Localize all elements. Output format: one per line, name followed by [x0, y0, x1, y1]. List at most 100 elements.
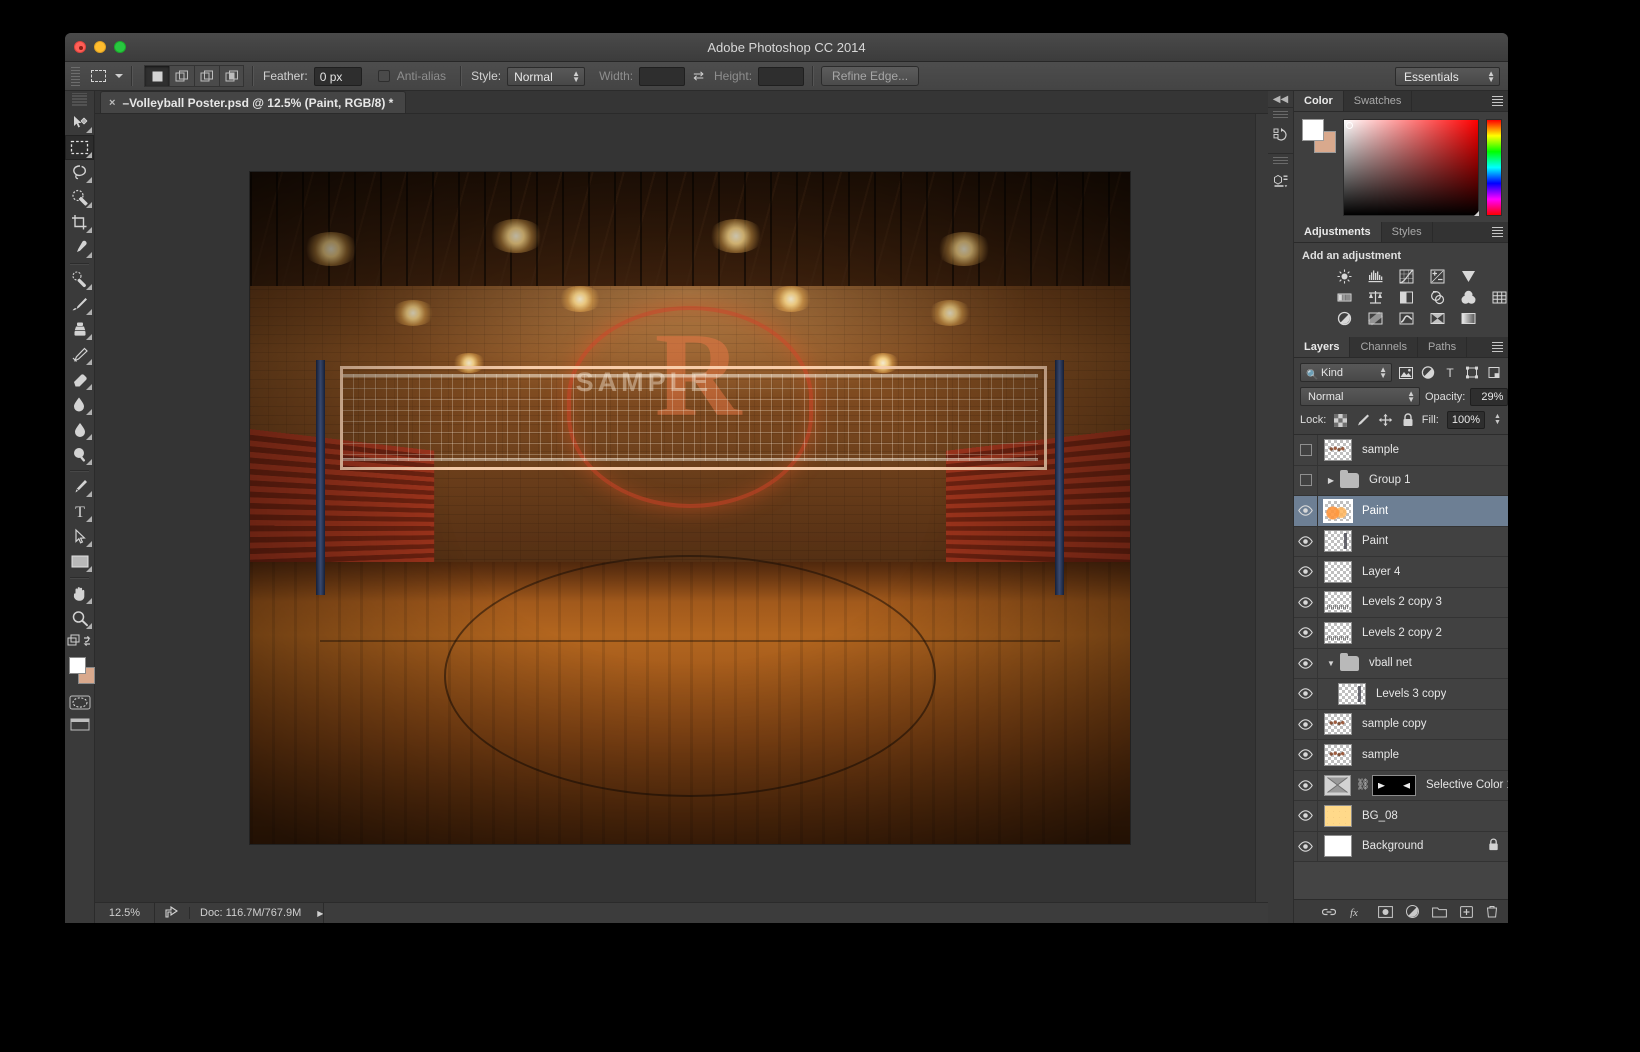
- layer-thumbnail[interactable]: [1324, 530, 1352, 553]
- type-filter-icon[interactable]: T: [1442, 364, 1458, 381]
- blur-tool[interactable]: [65, 417, 94, 442]
- layer-thumbnail[interactable]: [1324, 621, 1352, 644]
- channel-mixer-icon[interactable]: [1460, 289, 1477, 306]
- layer-visibility-eye-icon[interactable]: [1294, 740, 1318, 770]
- lock-transparency-icon[interactable]: [1334, 413, 1348, 428]
- layer-visibility-eye-icon[interactable]: [1294, 587, 1318, 617]
- gradient-tool[interactable]: [65, 392, 94, 417]
- hand-tool[interactable]: [65, 581, 94, 606]
- history-brush-tool[interactable]: [65, 342, 94, 367]
- curves-icon[interactable]: [1398, 268, 1415, 285]
- table-row[interactable]: ▶ Group 1: [1294, 465, 1508, 496]
- hue-saturation-icon[interactable]: [1336, 289, 1353, 306]
- new-group-icon[interactable]: [1432, 906, 1447, 918]
- mask-link-icon[interactable]: ⛓: [1356, 779, 1370, 791]
- height-input[interactable]: [758, 66, 805, 86]
- table-row[interactable]: ▼ vball net: [1294, 648, 1508, 679]
- table-row[interactable]: sample: [1294, 740, 1508, 771]
- layer-thumbnail[interactable]: [1324, 560, 1352, 583]
- layer-visibility-eye-icon[interactable]: [1294, 496, 1318, 526]
- table-row[interactable]: Paint: [1294, 496, 1508, 527]
- color-picker-field[interactable]: [1343, 119, 1479, 216]
- layer-thumbnail[interactable]: [1323, 498, 1353, 523]
- color-picker-handle[interactable]: [1346, 122, 1353, 129]
- refine-edge-button[interactable]: Refine Edge...: [821, 66, 920, 86]
- new-layer-icon[interactable]: [1460, 905, 1473, 918]
- rectangular-marquee-icon[interactable]: [86, 65, 110, 87]
- layer-visibility-eye-icon[interactable]: [1294, 770, 1318, 800]
- posterize-icon[interactable]: [1367, 310, 1384, 327]
- intersect-selection-button[interactable]: [219, 65, 244, 87]
- layer-thumbnail[interactable]: [1324, 743, 1352, 766]
- eraser-tool[interactable]: [65, 367, 94, 392]
- properties-icon[interactable]: [1268, 168, 1293, 194]
- style-select[interactable]: Normal ▲ ▼: [507, 66, 586, 86]
- color-panel-foreground-swatch[interactable]: [1302, 119, 1324, 141]
- threshold-icon[interactable]: [1398, 310, 1415, 327]
- type-tool[interactable]: T: [65, 499, 94, 524]
- fill-input[interactable]: 100%: [1446, 411, 1485, 429]
- tab-color[interactable]: Color: [1294, 91, 1344, 111]
- path-selection-tool[interactable]: [65, 524, 94, 549]
- quick-mask-toggle[interactable]: [65, 691, 94, 713]
- lock-all-icon[interactable]: [1401, 413, 1413, 428]
- lock-image-icon[interactable]: [1355, 413, 1370, 428]
- selective-color-icon[interactable]: [1429, 310, 1446, 327]
- swap-width-height-icon[interactable]: ⇄: [693, 68, 704, 84]
- brightness-contrast-icon[interactable]: [1336, 268, 1353, 285]
- invert-icon[interactable]: [1336, 310, 1353, 327]
- table-row[interactable]: Layer 4: [1294, 557, 1508, 588]
- rectangular-marquee-tool[interactable]: [65, 135, 94, 160]
- rail-grip[interactable]: [1273, 157, 1288, 166]
- table-row[interactable]: sample: [1294, 435, 1508, 466]
- rectangle-tool[interactable]: [65, 549, 94, 574]
- smart-object-filter-icon[interactable]: [1486, 364, 1502, 381]
- lasso-tool[interactable]: [65, 160, 94, 185]
- tab-adjustments[interactable]: Adjustments: [1294, 222, 1382, 242]
- layer-visibility-checkbox[interactable]: [1294, 465, 1318, 495]
- chevron-down-icon[interactable]: ▼: [1324, 659, 1338, 668]
- zoom-tool[interactable]: [65, 606, 94, 631]
- pen-tool[interactable]: [65, 474, 94, 499]
- workspace-switcher[interactable]: Essentials ▲ ▼: [1395, 67, 1500, 86]
- zoom-level[interactable]: 12.5%: [95, 903, 155, 923]
- table-row[interactable]: ⛓ Selective Color 1: [1294, 770, 1508, 801]
- layer-thumbnail[interactable]: [1324, 804, 1352, 827]
- rail-grip[interactable]: [1273, 111, 1288, 120]
- artwork-canvas[interactable]: R SAMPLE: [250, 172, 1130, 844]
- adjustment-filter-icon[interactable]: [1420, 364, 1436, 381]
- table-row[interactable]: Background: [1294, 831, 1508, 862]
- close-icon[interactable]: ×: [109, 97, 115, 109]
- screen-mode-button[interactable]: [65, 713, 94, 735]
- adjustment-layer-thumbnail[interactable]: [1324, 774, 1351, 796]
- table-row[interactable]: sample copy: [1294, 709, 1508, 740]
- tab-styles[interactable]: Styles: [1382, 222, 1433, 242]
- collapse-panels-icon[interactable]: ◀◀: [1268, 93, 1293, 107]
- table-row[interactable]: Levels 3 copy: [1294, 679, 1508, 710]
- tab-paths[interactable]: Paths: [1418, 337, 1468, 357]
- link-layers-icon[interactable]: [1322, 906, 1336, 918]
- anti-alias-checkbox[interactable]: [377, 70, 390, 82]
- canvas-viewport[interactable]: R SAMPLE: [95, 114, 1255, 902]
- tab-layers[interactable]: Layers: [1294, 337, 1351, 357]
- layer-mask-icon[interactable]: [1378, 905, 1393, 918]
- screen-mode-and-swap[interactable]: [65, 631, 94, 651]
- document-tab[interactable]: × –Volleyball Poster.psd @ 12.5% (Paint,…: [100, 91, 407, 113]
- exposure-icon[interactable]: [1429, 268, 1446, 285]
- dodge-tool[interactable]: [65, 442, 94, 467]
- shape-filter-icon[interactable]: [1464, 364, 1480, 381]
- pixel-filter-icon[interactable]: [1398, 364, 1414, 381]
- foreground-background-colors[interactable]: [65, 655, 95, 691]
- quick-selection-tool[interactable]: [65, 185, 94, 210]
- add-to-selection-button[interactable]: [169, 65, 194, 87]
- tab-channels[interactable]: Channels: [1350, 337, 1418, 357]
- delete-layer-icon[interactable]: [1486, 905, 1498, 918]
- layer-thumbnail[interactable]: [1324, 591, 1352, 614]
- options-bar-grip[interactable]: [71, 66, 80, 86]
- width-input[interactable]: [639, 66, 686, 86]
- color-balance-icon[interactable]: [1367, 289, 1384, 306]
- gradient-map-icon[interactable]: [1460, 310, 1477, 327]
- blend-mode-select[interactable]: Normal ▲ ▼: [1300, 387, 1420, 406]
- layer-visibility-eye-icon[interactable]: [1294, 648, 1318, 678]
- subtract-from-selection-button[interactable]: [194, 65, 219, 87]
